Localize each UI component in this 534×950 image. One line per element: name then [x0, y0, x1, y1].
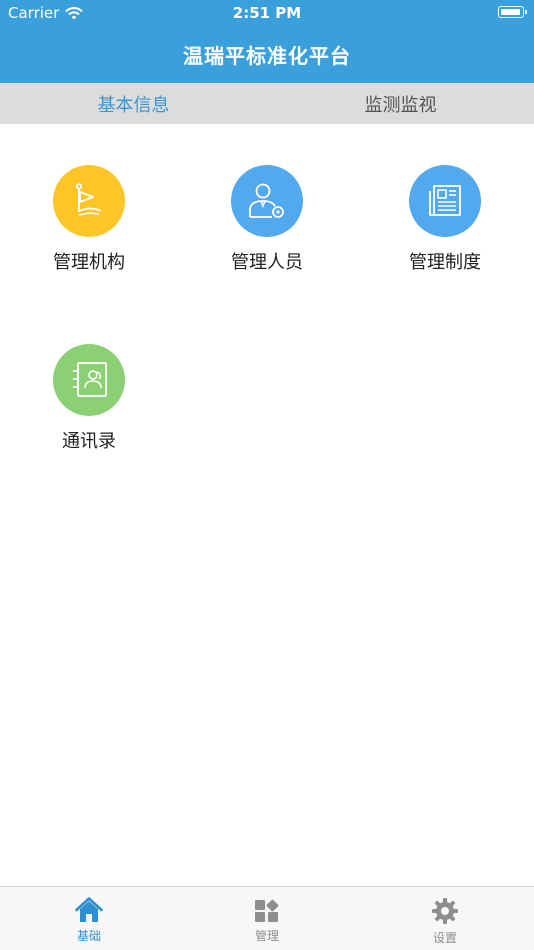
status-time: 2:51 PM — [232, 4, 302, 22]
grid-item-label: 管理人员 — [231, 252, 303, 273]
tabbar-label: 设置 — [432, 931, 457, 945]
grid-item-management-rules[interactable]: 管理制度 — [375, 165, 515, 274]
grid-item-label: 管理机构 — [53, 252, 125, 273]
gear-icon — [432, 898, 458, 924]
tabbar-label: 管理 — [254, 929, 279, 943]
tab-basic-info[interactable]: 基本信息 — [0, 83, 267, 124]
status-bar: Carrier 2:51 PM — [0, 0, 534, 28]
tabbar-item-basic[interactable]: 基础 — [0, 887, 178, 950]
tabbar-item-manage[interactable]: 管理 — [178, 887, 356, 950]
segment-tabs: 基本信息 监测监视 — [0, 83, 534, 124]
tabbar-item-settings[interactable]: 设置 — [356, 887, 534, 950]
contacts-icon — [53, 344, 125, 416]
tabbar-label: 基础 — [76, 929, 101, 943]
home-icon — [75, 897, 103, 922]
grid-item-label: 管理制度 — [409, 252, 481, 273]
battery-icon — [498, 6, 527, 18]
flag-icon — [53, 165, 125, 237]
grid-diamond-icon — [255, 899, 279, 922]
person-gear-icon — [231, 165, 303, 237]
page-title: 温瑞平标准化平台 — [183, 44, 351, 68]
document-icon — [409, 165, 481, 237]
grid-item-label: 通讯录 — [62, 431, 116, 452]
bottom-tab-bar: 基础 管理 设置 — [0, 886, 534, 950]
app-header: Carrier 2:51 PM 温瑞平标准化平台 — [0, 0, 534, 83]
grid-item-management-org[interactable]: 管理机构 — [19, 165, 159, 274]
grid-item-management-staff[interactable]: 管理人员 — [197, 165, 337, 274]
tab-monitoring[interactable]: 监测监视 — [267, 83, 534, 124]
grid-item-contacts[interactable]: 通讯录 — [19, 344, 159, 453]
